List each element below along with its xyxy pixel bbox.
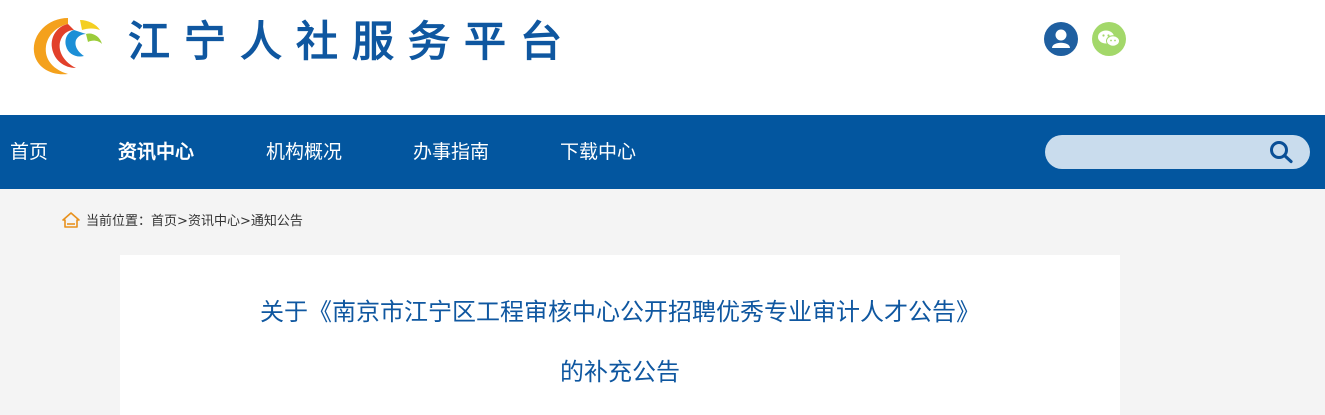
home-icon bbox=[62, 212, 80, 228]
article-title-line-2: 的补充公告 bbox=[560, 358, 680, 386]
site-header: 江宁人社服务平台 bbox=[0, 0, 1325, 115]
nav-item-news-center[interactable]: 资讯中心 bbox=[118, 115, 194, 189]
nav-item-service-guide[interactable]: 办事指南 bbox=[413, 115, 489, 189]
breadcrumb-prefix: 当前位置： bbox=[86, 214, 152, 229]
breadcrumb-item-notices[interactable]: 通知公告 bbox=[251, 214, 303, 229]
breadcrumb: 当前位置：首页>资讯中心>通知公告 bbox=[62, 212, 303, 232]
nav-item-home[interactable]: 首页 bbox=[10, 115, 48, 189]
search-box bbox=[1045, 135, 1310, 169]
user-icon[interactable] bbox=[1044, 22, 1078, 56]
search-button[interactable] bbox=[1268, 139, 1296, 165]
nav-item-download-center[interactable]: 下载中心 bbox=[560, 115, 636, 189]
article-card: 关于《南京市江宁区工程审核中心公开招聘优秀专业审计人才公告》 的补充公告 bbox=[120, 255, 1120, 415]
breadcrumb-separator: > bbox=[177, 214, 188, 229]
search-icon bbox=[1270, 141, 1293, 164]
search-input[interactable] bbox=[1059, 135, 1259, 169]
breadcrumb-item-home[interactable]: 首页 bbox=[151, 214, 177, 229]
wechat-icon[interactable] bbox=[1092, 22, 1126, 56]
nav-item-about[interactable]: 机构概况 bbox=[266, 115, 342, 189]
main-nav: 首页 资讯中心 机构概况 办事指南 下载中心 bbox=[0, 115, 1325, 189]
breadcrumb-separator: > bbox=[239, 214, 251, 229]
phoenix-logo-icon[interactable] bbox=[28, 12, 106, 76]
site-title: 江宁人社服务平台 bbox=[128, 17, 577, 66]
breadcrumb-item-news-center[interactable]: 资讯中心 bbox=[188, 214, 240, 229]
article-title-line-1: 关于《南京市江宁区工程审核中心公开招聘优秀专业审计人才公告》 bbox=[260, 298, 980, 326]
